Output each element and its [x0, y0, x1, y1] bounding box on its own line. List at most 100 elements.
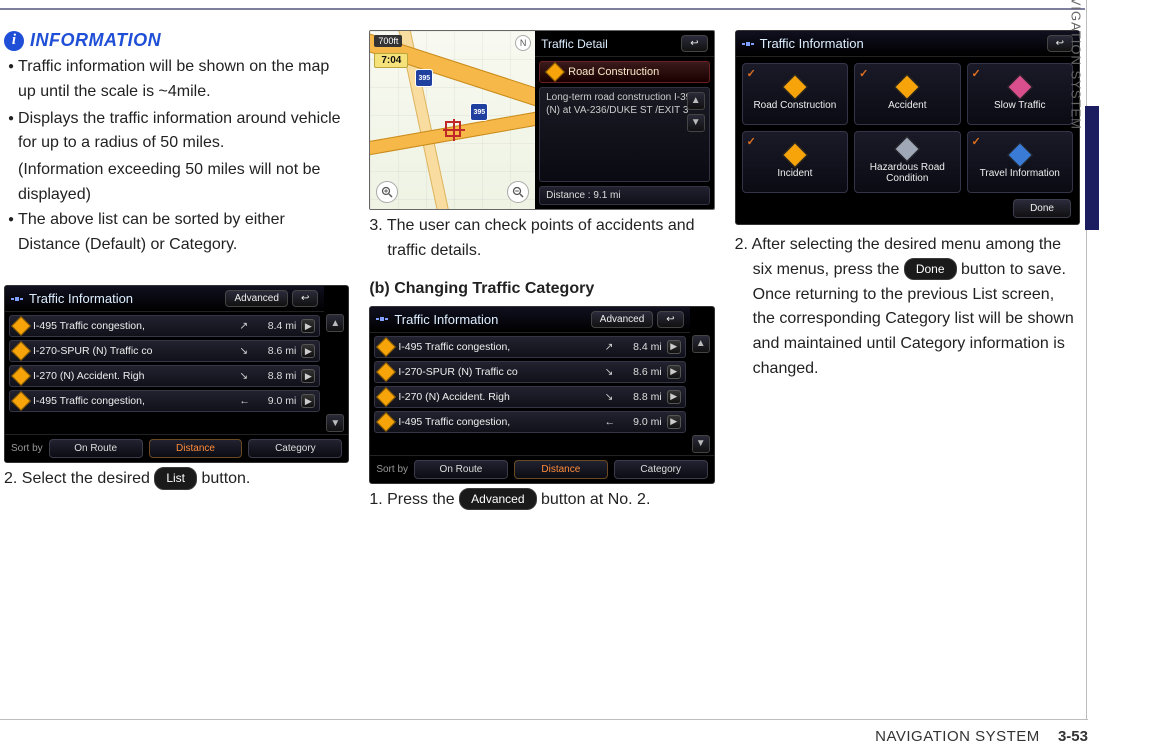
construction-icon	[545, 62, 565, 82]
traffic-detail-title: Traffic Detail	[541, 37, 677, 51]
traffic-row-distance: 8.6 mi	[620, 366, 662, 378]
traffic-row-detail-button[interactable]: ▶	[667, 365, 681, 379]
page-content: i INFORMATION Traffic information will b…	[4, 30, 1080, 512]
traffic-row-distance: 9.0 mi	[254, 395, 296, 407]
traffic-row-name: I-495 Traffic congestion,	[33, 395, 234, 407]
category-icon	[895, 74, 920, 99]
back-button[interactable]: ↩	[657, 311, 683, 328]
sort-distance-button[interactable]: Distance	[514, 460, 608, 479]
traffic-row-direction-icon: ←	[605, 416, 615, 428]
sort-on-route-button[interactable]: On Route	[49, 439, 143, 458]
check-icon: ✓	[747, 135, 756, 148]
scroll-down-button[interactable]: ▼	[326, 414, 344, 432]
category-cell[interactable]: ✓ Incident	[742, 131, 848, 193]
traffic-row-detail-button[interactable]: ▶	[667, 415, 681, 429]
category-cell[interactable]: ✓Road Construction	[742, 63, 848, 125]
traffic-row-distance: 9.0 mi	[620, 416, 662, 428]
back-button[interactable]: ↩	[292, 290, 318, 307]
traffic-row-direction-icon: ↘	[239, 345, 249, 357]
column-right: Traffic Information ↩ ✓Road Construction…	[735, 30, 1080, 512]
traffic-row[interactable]: I-270 (N) Accident. Righ↘8.8 mi▶	[9, 365, 320, 387]
map-scale: 700ft	[374, 35, 402, 47]
detail-category-label: Road Construction	[568, 66, 659, 78]
sort-category-button[interactable]: Category	[614, 460, 708, 479]
traffic-list-screenshot: Traffic Information Advanced ↩ I-495 Tra…	[4, 285, 349, 463]
traffic-row-name: I-270 (N) Accident. Righ	[33, 370, 234, 382]
traffic-row-name: I-495 Traffic congestion,	[398, 416, 599, 428]
category-icon	[782, 142, 807, 167]
traffic-row[interactable]: I-270 (N) Accident. Righ↘8.8 mi▶	[374, 386, 685, 408]
map-cursor-icon	[445, 121, 461, 137]
zoom-in-button[interactable]	[376, 181, 398, 203]
detail-distance: Distance : 9.1 mi	[539, 186, 710, 205]
info-bullet: The above list can be sorted by either D…	[4, 208, 349, 258]
traffic-title-bar: Traffic Information Advanced ↩	[5, 286, 324, 312]
traffic-row[interactable]: I-495 Traffic congestion,←9.0 mi▶	[9, 390, 320, 412]
sort-by-label: Sort by	[376, 464, 408, 475]
side-section-label: NAVIGATION SYSTEM	[1068, 0, 1083, 130]
category-cell[interactable]: ✓Slow Traffic	[967, 63, 1073, 125]
traffic-row-distance: 8.4 mi	[620, 341, 662, 353]
step-text-pre: 1. Press the	[369, 491, 459, 508]
step-text-pre: 2. Select the desired	[4, 470, 154, 487]
sort-on-route-button[interactable]: On Route	[414, 460, 508, 479]
detail-title-bar: Traffic Detail ↩	[535, 31, 714, 57]
sort-by-row: Sort by On Route Distance Category	[5, 434, 348, 462]
traffic-row-detail-button[interactable]: ▶	[301, 319, 315, 333]
zoom-out-button[interactable]	[507, 181, 529, 203]
sort-by-label: Sort by	[11, 443, 43, 454]
traffic-row-detail-button[interactable]: ▶	[301, 394, 315, 408]
detail-category-row: Road Construction	[539, 61, 710, 83]
scroll-up-button[interactable]: ▲	[692, 335, 710, 353]
traffic-row-detail-button[interactable]: ▶	[301, 369, 315, 383]
category-cell[interactable]: ✓Travel Information	[967, 131, 1073, 193]
traffic-row-icon	[11, 366, 31, 386]
side-tab-active	[1085, 106, 1099, 230]
info-note: (Information exceeding 50 miles will not…	[4, 158, 349, 208]
scroll-down-button[interactable]: ▼	[692, 435, 710, 453]
information-title: INFORMATION	[30, 30, 161, 51]
advanced-button[interactable]: Advanced	[225, 290, 287, 307]
map-pane[interactable]: 700ft 7:04 N 395 395	[370, 31, 535, 209]
scroll-up-button[interactable]: ▲	[687, 92, 705, 110]
traffic-row-detail-button[interactable]: ▶	[301, 344, 315, 358]
traffic-row[interactable]: I-495 Traffic congestion, ← 9.0 mi ▶	[374, 411, 685, 433]
traffic-detail-pane: Traffic Detail ↩ Road Construction Long-…	[535, 31, 714, 209]
step-text-post: button.	[197, 470, 250, 487]
sort-distance-button[interactable]: Distance	[149, 439, 243, 458]
traffic-row[interactable]: I-495 Traffic congestion,↗8.4 mi▶	[9, 315, 320, 337]
traffic-list-screenshot-2: Traffic Information Advanced ↩ I-495 Tra…	[369, 306, 714, 484]
check-icon: ✓	[747, 67, 756, 80]
compass-icon[interactable]: N	[515, 35, 531, 51]
back-button[interactable]: ↩	[681, 35, 707, 52]
info-bullet: Traffic information will be shown on the…	[4, 55, 349, 105]
traffic-row[interactable]: I-270-SPUR (N) Traffic co↘8.6 mi▶	[9, 340, 320, 362]
category-cell[interactable]: ✓ Accident	[854, 63, 960, 125]
sort-category-button[interactable]: Category	[248, 439, 342, 458]
traffic-row-icon	[376, 337, 396, 357]
done-button[interactable]: Done	[1013, 199, 1071, 218]
advanced-button[interactable]: Advanced	[591, 311, 653, 328]
satellite-icon	[742, 38, 754, 50]
scroll-down-button[interactable]: ▼	[687, 114, 705, 132]
check-icon: ✓	[859, 67, 868, 80]
traffic-row[interactable]: I-495 Traffic congestion,↗8.4 mi▶	[374, 336, 685, 358]
traffic-row-detail-button[interactable]: ▶	[667, 390, 681, 404]
category-cell[interactable]: Hazardous Road Condition	[854, 131, 960, 193]
category-label: Accident	[888, 100, 926, 111]
category-select-screenshot: Traffic Information ↩ ✓Road Construction…	[735, 30, 1080, 225]
category-label: Incident	[777, 168, 812, 179]
detail-description: Long-term road construction I-395 (N) at…	[539, 87, 710, 182]
step-2-select-list: 2. Select the desired List button.	[4, 467, 349, 492]
step-1-press-advanced: 1. Press the Advanced button at No. 2.	[369, 488, 714, 513]
traffic-row-detail-button[interactable]: ▶	[667, 340, 681, 354]
scroll-up-button[interactable]: ▲	[326, 314, 344, 332]
traffic-row-name: I-270-SPUR (N) Traffic co	[33, 345, 234, 357]
traffic-row[interactable]: I-270-SPUR (N) Traffic co↘8.6 mi▶	[374, 361, 685, 383]
map-detail-screenshot: 700ft 7:04 N 395 395 Traffic Detail ↩	[369, 30, 714, 210]
footer-page: 3-53	[1058, 728, 1088, 745]
category-label: Slow Traffic	[994, 100, 1046, 111]
footer-section: NAVIGATION SYSTEM	[875, 728, 1040, 745]
traffic-screen-title: Traffic Information	[29, 291, 221, 306]
traffic-row-distance: 8.8 mi	[620, 391, 662, 403]
